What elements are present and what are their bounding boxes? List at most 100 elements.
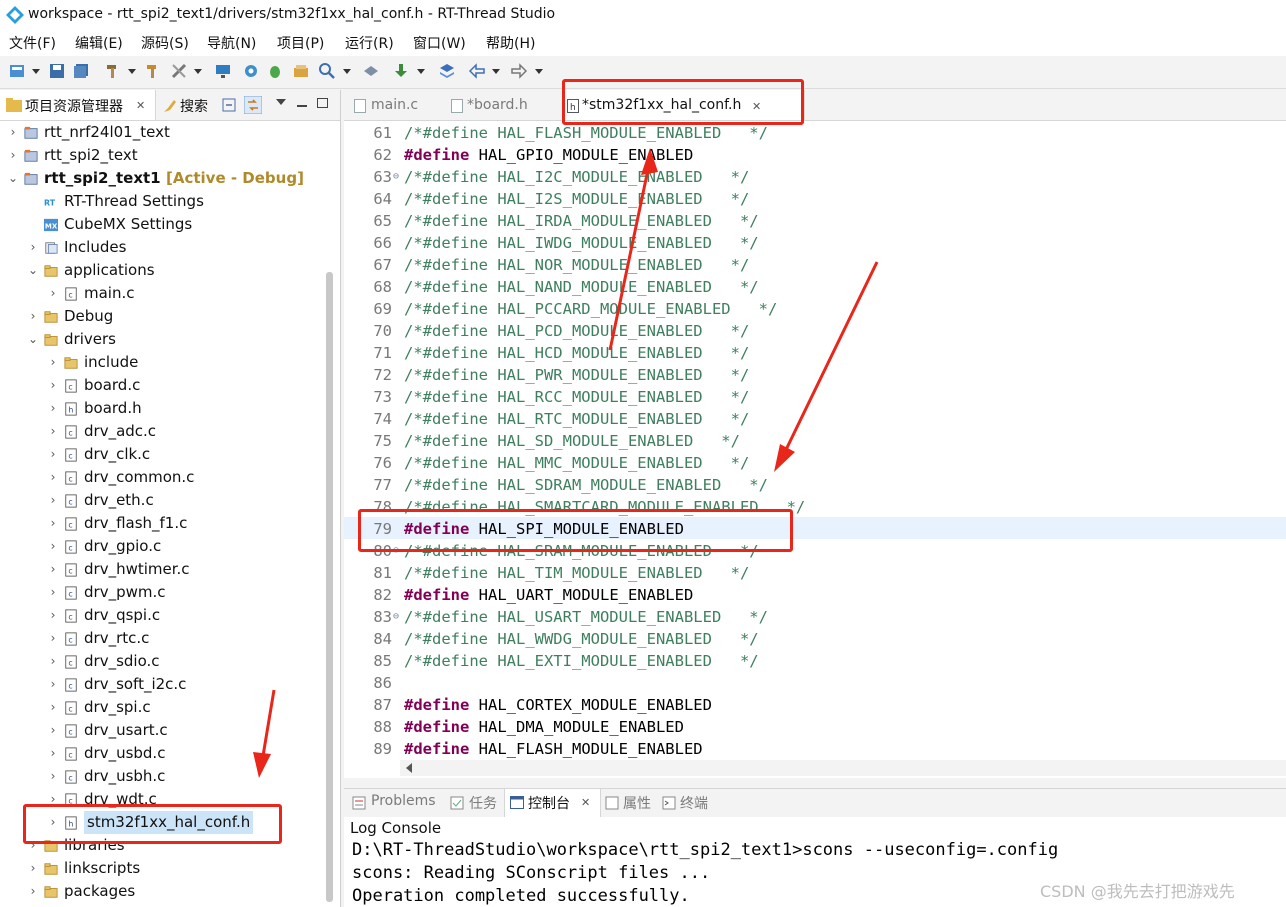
close-icon[interactable]: ✕ xyxy=(136,99,145,112)
menu-run[interactable]: 运行(R) xyxy=(345,33,394,53)
tree-item[interactable]: › c drv_eth.c xyxy=(0,489,320,512)
chevron-right-icon[interactable] xyxy=(24,213,42,236)
view-menu-icon[interactable] xyxy=(276,99,286,105)
chevron-right-icon[interactable]: › xyxy=(44,673,62,696)
collapse-all-icon[interactable] xyxy=(222,98,236,112)
tree-item[interactable]: › rtt_nrf24l01_text xyxy=(0,121,320,144)
tree-item[interactable]: › c drv_gpio.c xyxy=(0,535,320,558)
new-dropdown-icon[interactable] xyxy=(32,69,40,74)
chevron-down-icon[interactable]: ⌄ xyxy=(24,259,42,282)
link-with-editor-icon[interactable] xyxy=(244,96,262,114)
chevron-right-icon[interactable]: › xyxy=(24,236,42,259)
chevron-right-icon[interactable]: › xyxy=(44,420,62,443)
tree-item[interactable]: › h board.h xyxy=(0,397,320,420)
chevron-right-icon[interactable]: › xyxy=(44,558,62,581)
chevron-right-icon[interactable]: › xyxy=(44,650,62,673)
fold-toggle-icon[interactable]: ⊖ xyxy=(393,166,399,188)
layers-icon[interactable] xyxy=(438,62,456,80)
chevron-down-icon[interactable]: ⌄ xyxy=(24,328,42,351)
search-icon[interactable] xyxy=(318,62,336,80)
menu-file[interactable]: 文件(F) xyxy=(9,33,56,53)
chevron-right-icon[interactable]: › xyxy=(44,627,62,650)
chevron-right-icon[interactable]: › xyxy=(44,512,62,535)
back-dropdown-icon[interactable] xyxy=(492,69,500,74)
new-icon[interactable] xyxy=(8,62,26,80)
save-all-icon[interactable] xyxy=(72,62,90,80)
chevron-right-icon[interactable]: › xyxy=(24,305,42,328)
chevron-right-icon[interactable]: › xyxy=(44,351,62,374)
download-chip-icon[interactable] xyxy=(362,62,380,80)
tree-item[interactable]: › packages xyxy=(0,880,320,903)
save-icon[interactable] xyxy=(48,62,66,80)
tree-item[interactable]: MX CubeMX Settings xyxy=(0,213,320,236)
tab-project-explorer[interactable]: 项目资源管理器 ✕ xyxy=(0,90,156,120)
tree-item[interactable]: › c drv_soft_i2c.c xyxy=(0,673,320,696)
tab-terminal[interactable]: 终端 xyxy=(680,793,708,813)
forward-arrow-icon[interactable] xyxy=(510,62,528,80)
monitor-icon[interactable] xyxy=(214,62,232,80)
tab-main-c[interactable]: main.c xyxy=(371,97,418,113)
build-dropdown-icon[interactable] xyxy=(128,69,136,74)
tab-properties[interactable]: 属性 xyxy=(623,793,651,813)
fold-toggle-icon[interactable]: ⊖ xyxy=(393,606,399,628)
editor-horizontal-scrollbar[interactable] xyxy=(400,760,1286,776)
forward-dropdown-icon[interactable] xyxy=(535,69,543,74)
open-package-icon[interactable] xyxy=(292,62,310,80)
tree-item[interactable]: › Includes xyxy=(0,236,320,259)
tree-item[interactable]: › c drv_rtc.c xyxy=(0,627,320,650)
menu-edit[interactable]: 编辑(E) xyxy=(75,33,123,53)
search-dropdown-icon[interactable] xyxy=(343,69,351,74)
tools-dropdown-icon[interactable] xyxy=(194,69,202,74)
maximize-icon[interactable] xyxy=(317,98,328,108)
chevron-right-icon[interactable]: › xyxy=(44,282,62,305)
settings-gear-icon[interactable] xyxy=(242,62,260,80)
chevron-right-icon[interactable]: › xyxy=(4,144,22,167)
chevron-right-icon[interactable]: › xyxy=(44,374,62,397)
chevron-right-icon[interactable]: › xyxy=(44,581,62,604)
tree-scrollbar[interactable] xyxy=(326,272,333,902)
close-icon[interactable]: ✕ xyxy=(581,796,590,809)
tab-problems[interactable]: Problems xyxy=(371,793,436,809)
clean-tools-icon[interactable] xyxy=(170,62,188,80)
build-hammer-icon[interactable] xyxy=(104,62,122,80)
tree-item[interactable]: › c drv_common.c xyxy=(0,466,320,489)
tree-item[interactable]: › c drv_hwtimer.c xyxy=(0,558,320,581)
chevron-right-icon[interactable]: › xyxy=(44,696,62,719)
tab-tasks[interactable]: 任务 xyxy=(469,793,497,813)
rebuild-icon[interactable] xyxy=(144,62,162,80)
chevron-right-icon[interactable]: › xyxy=(44,489,62,512)
tree-item[interactable]: › c drv_sdio.c xyxy=(0,650,320,673)
chevron-right-icon[interactable]: › xyxy=(44,742,62,765)
tree-item[interactable]: › c board.c xyxy=(0,374,320,397)
tree-item[interactable]: RT RT-Thread Settings xyxy=(0,190,320,213)
minimize-icon[interactable] xyxy=(297,105,307,107)
chevron-right-icon[interactable]: › xyxy=(44,397,62,420)
back-arrow-icon[interactable] xyxy=(468,62,486,80)
tree-item[interactable]: › c drv_qspi.c xyxy=(0,604,320,627)
debug-bug-icon[interactable] xyxy=(266,62,284,80)
tree-item[interactable]: › c drv_usbd.c xyxy=(0,742,320,765)
tree-item[interactable]: › c drv_clk.c xyxy=(0,443,320,466)
tree-item[interactable]: › c drv_usbh.c xyxy=(0,765,320,788)
tree-item[interactable]: › c main.c xyxy=(0,282,320,305)
scroll-left-icon[interactable] xyxy=(406,763,412,773)
chevron-down-icon[interactable]: ⌄ xyxy=(4,167,22,190)
tree-item[interactable]: › c drv_usart.c xyxy=(0,719,320,742)
chevron-right-icon[interactable] xyxy=(24,190,42,213)
chevron-right-icon[interactable]: › xyxy=(44,765,62,788)
menu-navigate[interactable]: 导航(N) xyxy=(207,33,256,53)
menu-help[interactable]: 帮助(H) xyxy=(486,33,535,53)
chevron-right-icon[interactable]: › xyxy=(44,443,62,466)
tree-item[interactable]: › rtt_spi2_text xyxy=(0,144,320,167)
tree-item[interactable]: ⌄ rtt_spi2_text1 [Active - Debug] xyxy=(0,167,320,190)
chevron-right-icon[interactable]: › xyxy=(4,121,22,144)
tree-item[interactable]: › c drv_pwm.c xyxy=(0,581,320,604)
tab-console[interactable]: 控制台 ✕ xyxy=(504,789,601,817)
chevron-right-icon[interactable]: › xyxy=(44,466,62,489)
tree-item[interactable]: › c drv_adc.c xyxy=(0,420,320,443)
chevron-right-icon[interactable]: › xyxy=(44,719,62,742)
tree-item[interactable]: ⌄ applications xyxy=(0,259,320,282)
tree-item[interactable]: › linkscripts xyxy=(0,857,320,880)
tab-board-h[interactable]: *board.h xyxy=(467,97,528,113)
chevron-right-icon[interactable]: › xyxy=(44,535,62,558)
